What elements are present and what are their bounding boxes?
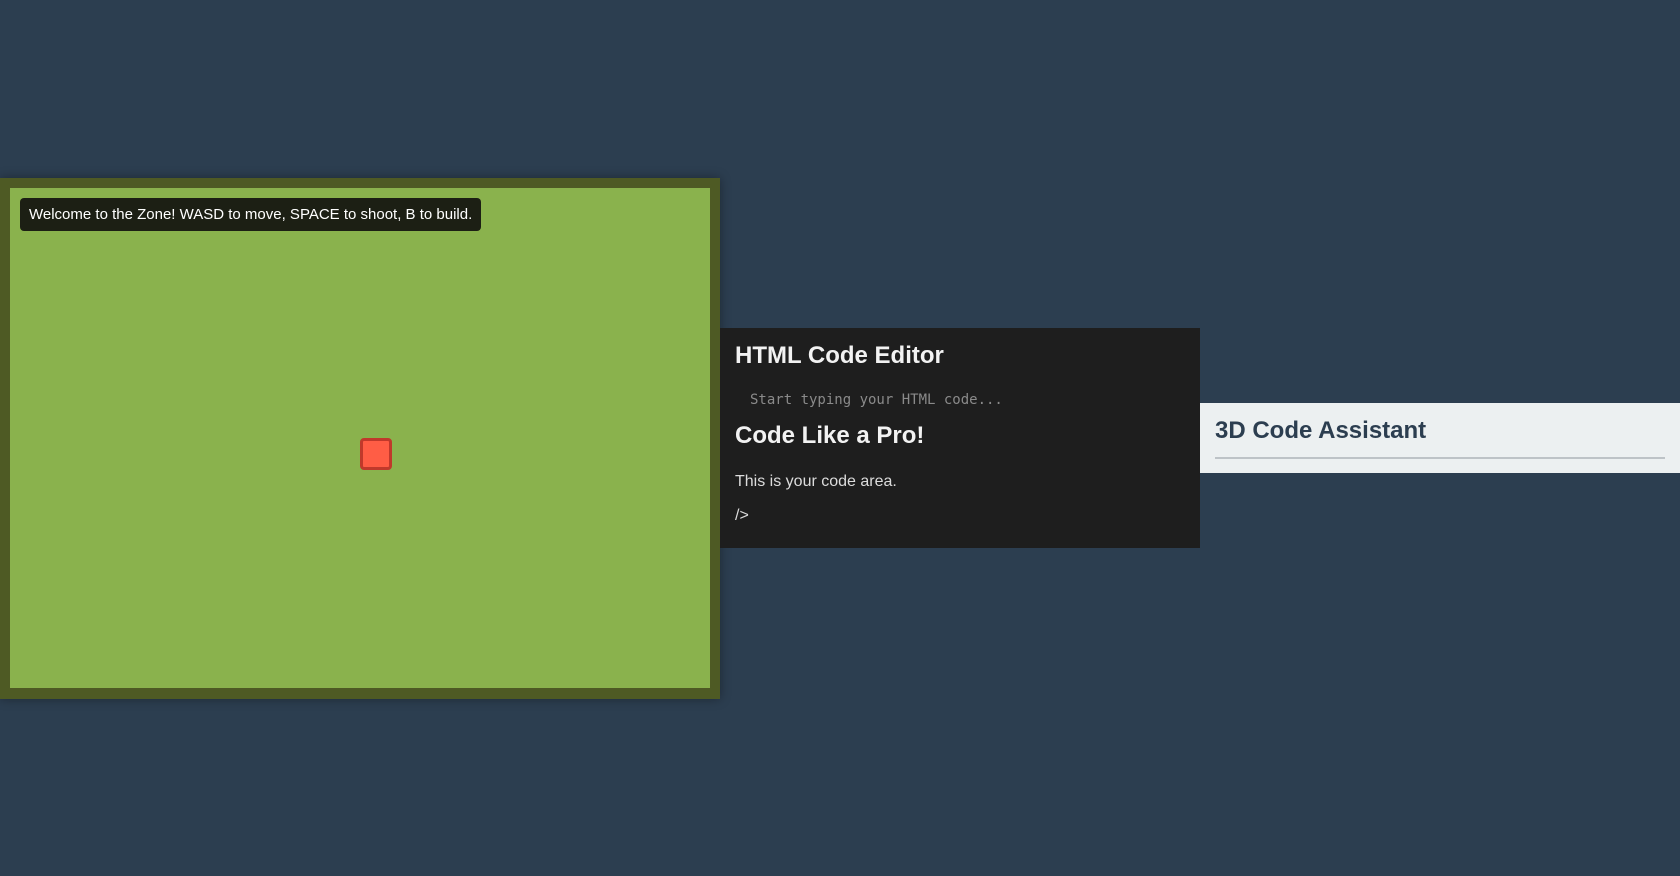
game-canvas[interactable]: Welcome to the Zone! WASD to move, SPACE… [10,188,710,688]
editor-title: HTML Code Editor [735,342,944,369]
game-instructions-hud: Welcome to the Zone! WASD to move, SPACE… [20,198,482,231]
code-preview-stray-tag: /> [735,507,749,524]
player-square [360,438,392,470]
game-frame: Welcome to the Zone! WASD to move, SPACE… [0,178,720,699]
code-assistant-panel: 3D Code Assistant [1200,403,1680,473]
assistant-title: 3D Code Assistant [1215,417,1665,459]
html-code-input[interactable] [735,388,1175,412]
code-preview-heading: Code Like a Pro! [735,422,925,449]
html-code-editor-panel: HTML Code Editor Code Like a Pro! This i… [720,328,1200,548]
code-preview-paragraph: This is your code area. [735,473,897,490]
app-root: Welcome to the Zone! WASD to move, SPACE… [0,0,1680,876]
